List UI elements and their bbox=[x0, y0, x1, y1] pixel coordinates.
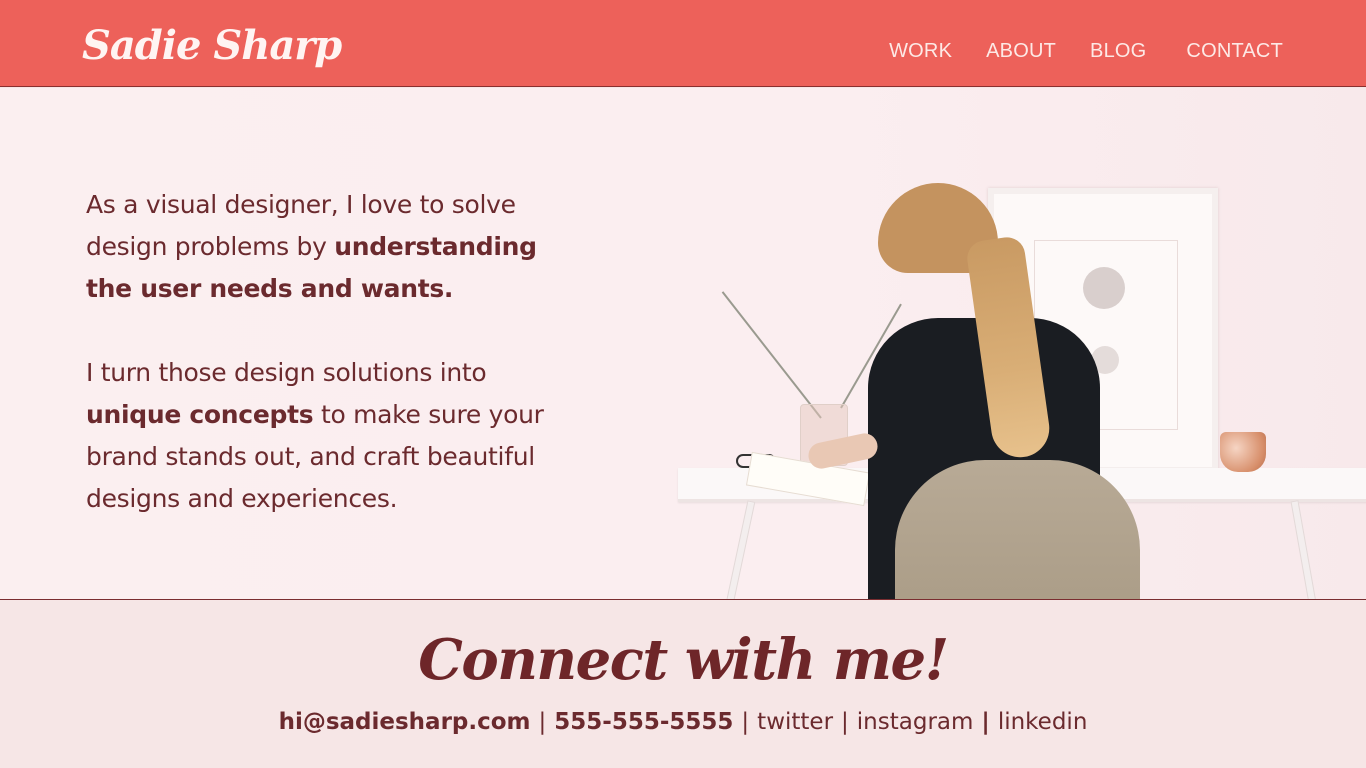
instagram-link[interactable]: instagram bbox=[857, 709, 974, 735]
hero-p2-lead: I turn those design solutions into bbox=[86, 358, 487, 387]
separator: | bbox=[741, 709, 750, 735]
email-link[interactable]: hi@sadiesharp.com bbox=[279, 709, 531, 735]
phone-link[interactable]: 555-555-5555 bbox=[554, 709, 733, 735]
hero-p2-emphasis: unique concepts bbox=[86, 400, 314, 429]
hero-section: As a visual designer, I love to solve de… bbox=[0, 88, 1366, 600]
desk-leg bbox=[1290, 500, 1318, 599]
hero-paragraph-2: I turn those design solutions into uniqu… bbox=[86, 352, 586, 520]
site-logo[interactable]: Sadie Sharp bbox=[82, 22, 342, 69]
nav-item-blog[interactable]: BLOG bbox=[1090, 40, 1146, 63]
hero-copy: As a visual designer, I love to solve de… bbox=[86, 184, 586, 520]
nav-item-contact[interactable]: CONTACT bbox=[1186, 40, 1283, 63]
separator: | bbox=[981, 709, 990, 735]
separator: | bbox=[841, 709, 849, 735]
hero-paragraph-1: As a visual designer, I love to solve de… bbox=[86, 184, 586, 310]
separator: | bbox=[538, 709, 547, 735]
chair bbox=[895, 460, 1140, 599]
print-circle bbox=[1083, 267, 1125, 309]
woman-at-desk-photo bbox=[640, 88, 1366, 599]
nav-item-about[interactable]: ABOUT bbox=[986, 40, 1056, 63]
site-header: Sadie Sharp WORK ABOUT BLOG CONTACT bbox=[0, 0, 1366, 87]
copper-planter bbox=[1220, 432, 1266, 472]
eucalyptus-stem bbox=[721, 291, 822, 419]
desk-leg bbox=[724, 500, 756, 599]
main-nav: WORK ABOUT BLOG CONTACT bbox=[889, 40, 1283, 63]
linkedin-link[interactable]: linkedin bbox=[998, 709, 1088, 735]
twitter-link[interactable]: twitter bbox=[757, 709, 833, 735]
contact-links: hi@sadiesharp.com | 555-555-5555 | twitter | i… bbox=[0, 709, 1366, 735]
nav-item-work[interactable]: WORK bbox=[889, 40, 952, 63]
contact-footer: Connect with me! hi@sadiesharp.com | 555-5… bbox=[0, 601, 1366, 768]
connect-heading: Connect with me! bbox=[418, 627, 949, 693]
